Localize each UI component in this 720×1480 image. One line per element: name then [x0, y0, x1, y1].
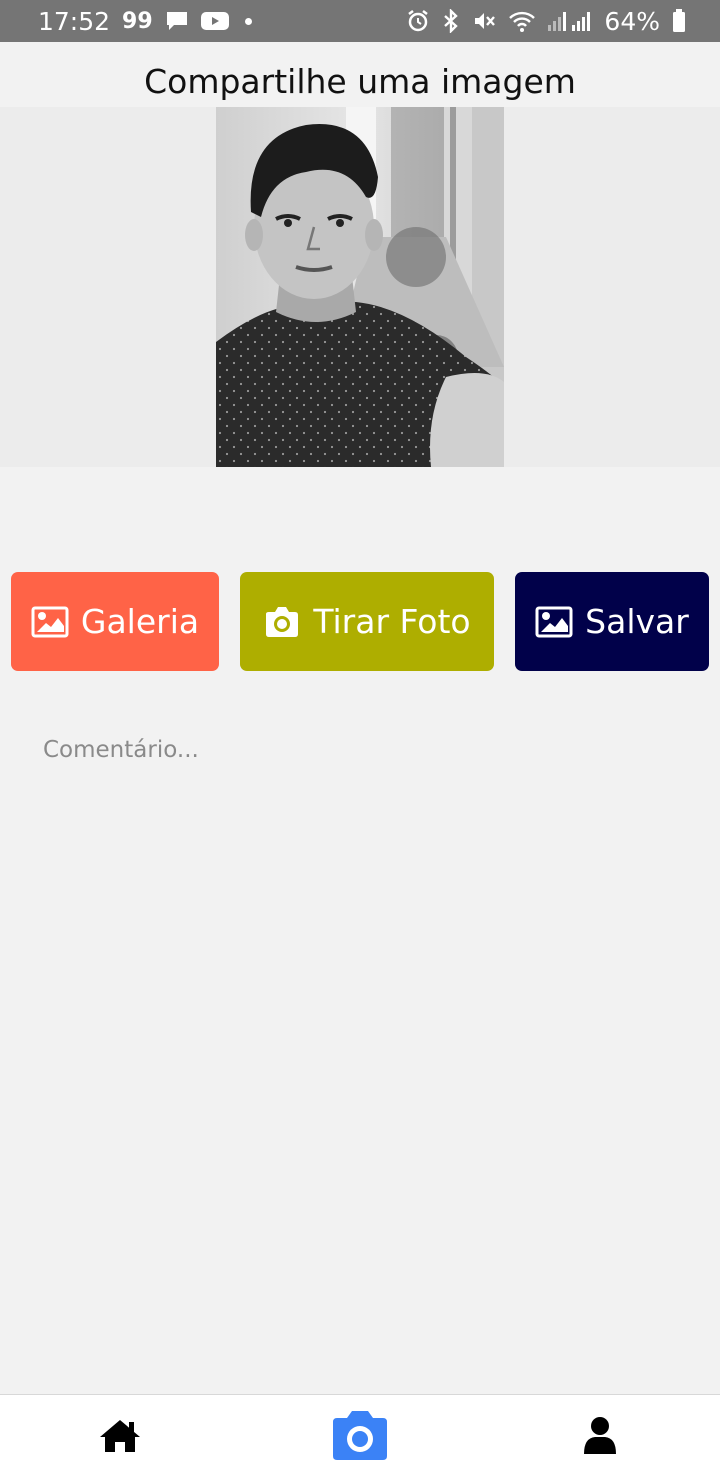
- battery-icon: [672, 9, 686, 33]
- save-button[interactable]: Salvar: [515, 572, 709, 671]
- alarm-icon: [406, 9, 430, 33]
- dot-icon: [244, 17, 252, 25]
- nav-profile[interactable]: [560, 1395, 640, 1480]
- user-icon: [583, 1416, 617, 1460]
- notification-count: 99: [122, 8, 153, 34]
- mute-icon: [472, 9, 496, 33]
- status-bar: 17:52 99 64%: [0, 0, 720, 42]
- nav-camera[interactable]: [320, 1395, 400, 1480]
- wifi-icon: [508, 9, 536, 33]
- signal-icon: [548, 10, 592, 32]
- bottom-navigation: [0, 1394, 720, 1480]
- battery-percent: 64%: [604, 6, 660, 36]
- comment-input[interactable]: [30, 722, 690, 778]
- message-icon: [165, 10, 189, 32]
- nav-home[interactable]: [80, 1395, 160, 1480]
- status-time: 17:52: [38, 6, 111, 36]
- take-photo-button-label: Tirar Foto: [313, 602, 471, 641]
- gallery-button[interactable]: Galeria: [11, 572, 219, 671]
- bluetooth-icon: [442, 9, 460, 33]
- gallery-button-label: Galeria: [80, 602, 200, 641]
- youtube-icon: [200, 11, 229, 31]
- status-bar-right: 64%: [406, 7, 686, 36]
- home-icon: [99, 1418, 141, 1458]
- camera-icon: [263, 606, 301, 638]
- camera-icon: [331, 1410, 389, 1466]
- image-icon: [31, 606, 69, 638]
- screen: 17:52 99 64% Compartilhe uma imagem Gale…: [0, 0, 720, 1480]
- selected-photo: [216, 107, 504, 467]
- page-title: Compartilhe uma imagem: [144, 62, 576, 101]
- take-photo-button[interactable]: Tirar Foto: [240, 572, 494, 671]
- save-button-label: Salvar: [585, 602, 689, 641]
- image-preview-area: [0, 107, 720, 467]
- image-icon: [535, 606, 573, 638]
- status-bar-left: 17:52 99: [38, 7, 252, 36]
